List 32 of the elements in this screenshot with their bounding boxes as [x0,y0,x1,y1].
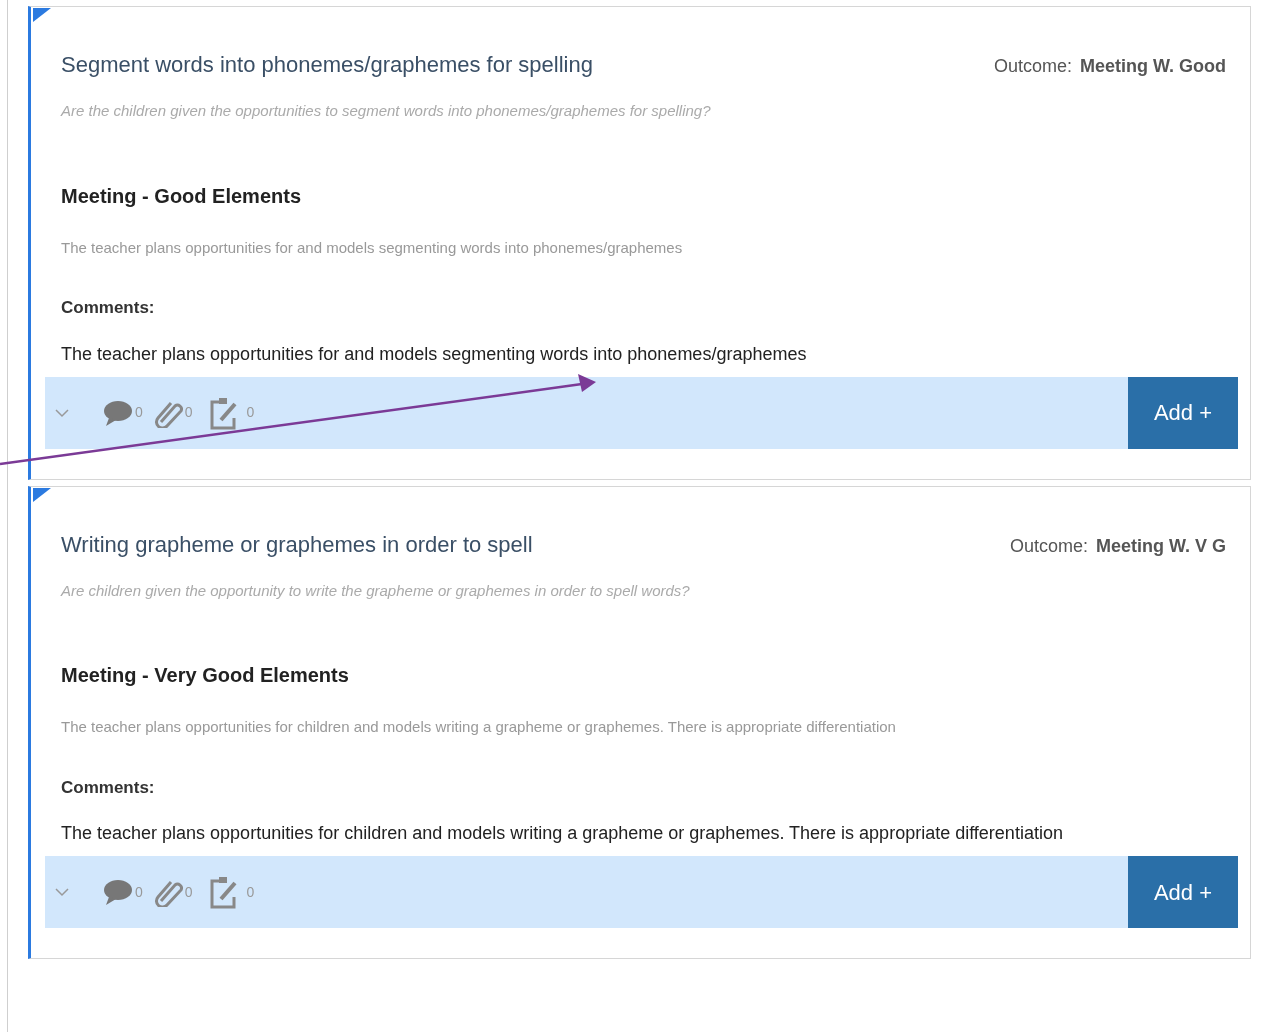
criterion-question: Are children given the opportunity to write the grapheme or graphemes in order to spell words? [61,580,691,601]
note-count: 0 [246,882,255,902]
clipboard-edit-icon[interactable] [208,395,239,430]
outcome-value: Meeting W. V G [1096,534,1226,558]
add-button[interactable]: Add + [1128,376,1238,449]
comment-icon[interactable] [103,399,133,426]
elements-heading: Meeting - Very Good Elements [61,663,350,688]
comment-text: The teacher plans opportunities for and models segmenting words into phonemes/graphemes [61,342,808,366]
note-count: 0 [246,403,255,422]
elements-description: The teacher plans opportunities for and models segmenting words into phonemes/graphemes [61,237,684,258]
corner-flag-icon [33,487,51,502]
chevron-down-icon[interactable] [55,887,69,897]
outcome-value: Meeting W. Good [1080,55,1226,78]
comments-label: Comments: [61,776,156,799]
comment-count: 0 [135,882,143,902]
clipboard-edit-icon[interactable] [208,875,239,909]
elements-heading: Meeting - Good Elements [61,183,303,209]
criterion-title: Segment words into phonemes/graphemes for spelling [61,51,593,79]
add-button[interactable]: Add + [1128,856,1238,928]
criterion-question: Are the children given the opportunities to segment words into phonemes/graphemes for spelling? [61,101,712,121]
comment-text: The teacher plans opportunities for children and models writing a grapheme or graphemes. There is appropriate differentiation [61,822,1064,845]
outcome-label: Outcome: [1009,534,1088,558]
corner-flag-icon [33,8,51,22]
comment-count: 0 [135,403,143,422]
criterion-title: Writing grapheme or graphemes in order to spell [61,530,533,558]
attachment-count: 0 [184,882,193,902]
outcome-label: Outcome: [993,55,1072,78]
attachment-count: 0 [184,403,193,422]
comments-label: Comments: [61,297,156,319]
comment-icon[interactable] [103,879,133,905]
elements-description: The teacher plans opportunities for children and models writing a grapheme or graphemes. There is appropriate differentiation [61,717,897,737]
chevron-down-icon[interactable] [55,407,69,418]
